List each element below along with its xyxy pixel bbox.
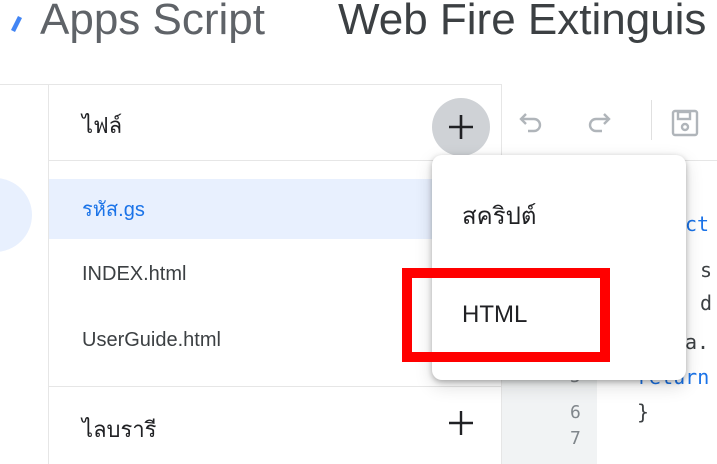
line-number: 7 <box>570 428 581 449</box>
libraries-header: ไลบรารี <box>82 417 157 442</box>
toolbar-separator <box>651 100 652 140</box>
plus-icon <box>449 411 473 435</box>
code-fragment: a. <box>685 330 710 354</box>
highlight-annotation <box>402 268 610 362</box>
file-label: INDEX.html <box>82 263 187 285</box>
app-title: Apps Script <box>40 0 265 44</box>
code-fragment: ct <box>685 212 710 236</box>
code-fragment: s <box>700 258 713 282</box>
file-label: รหัส.gs <box>82 199 145 221</box>
add-file-button[interactable] <box>432 98 490 156</box>
add-library-button[interactable] <box>438 400 484 446</box>
project-title[interactable]: Web Fire Extinguis <box>338 0 706 50</box>
code-fragment: } <box>637 400 650 424</box>
left-rail <box>0 84 49 464</box>
divider <box>49 386 501 387</box>
save-icon[interactable] <box>668 106 702 140</box>
code-fragment: d <box>700 291 713 315</box>
files-header: ไฟล์ <box>82 113 123 138</box>
plus-icon <box>449 115 473 139</box>
menu-item-script-label: สคริปต์ <box>462 203 537 230</box>
file-label: UserGuide.html <box>82 329 221 351</box>
redo-icon[interactable] <box>584 106 614 136</box>
undo-icon[interactable] <box>516 106 546 136</box>
apps-script-logo-icon <box>11 16 22 32</box>
line-number: 6 <box>570 402 581 423</box>
